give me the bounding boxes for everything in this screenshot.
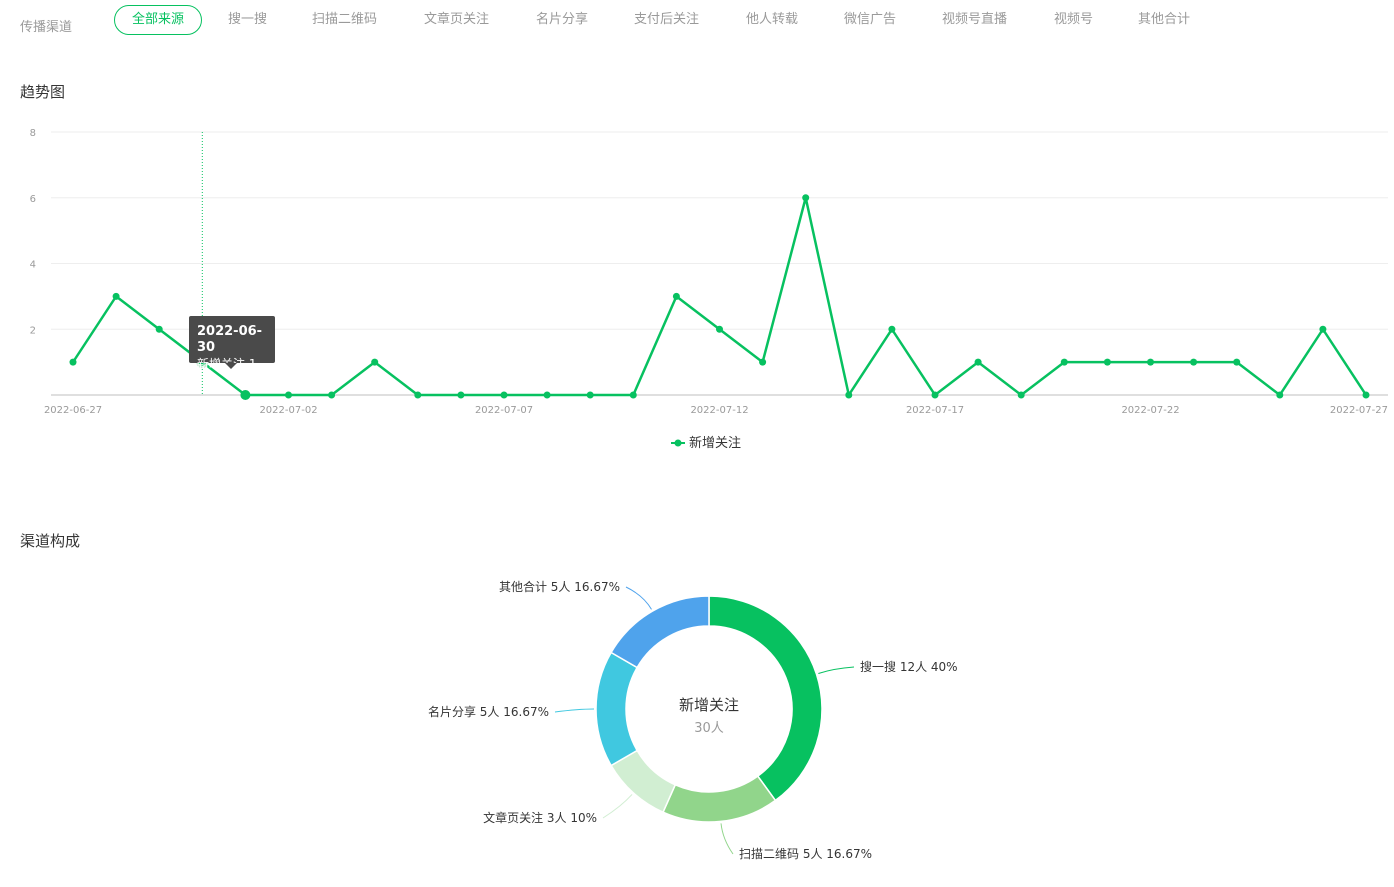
composition-donut-chart: 搜一搜 12人 40% 扫描二维码 5人 16.67% 文章页关注 3人 10% 名片… — [428, 579, 958, 861]
donut-slice — [662, 775, 777, 823]
slice-leader-line — [720, 823, 734, 855]
slice-leader-line — [602, 794, 633, 819]
donut-center-value: 30人 — [694, 721, 724, 736]
slice-leader-line — [818, 666, 855, 674]
slice-label: 文章页关注 3人 10% — [483, 810, 597, 825]
slice-label: 名片分享 5人 16.67% — [428, 704, 549, 719]
donut-slice — [610, 595, 710, 669]
donut-center-title: 新增关注 — [678, 696, 739, 714]
slice-leader-line — [554, 708, 595, 713]
slice-leader-line — [625, 586, 652, 610]
slice-label: 其他合计 5人 16.67% — [499, 579, 620, 594]
slice-label: 扫描二维码 5人 16.67% — [739, 847, 872, 861]
slice-label: 搜一搜 12人 40% — [860, 659, 958, 674]
